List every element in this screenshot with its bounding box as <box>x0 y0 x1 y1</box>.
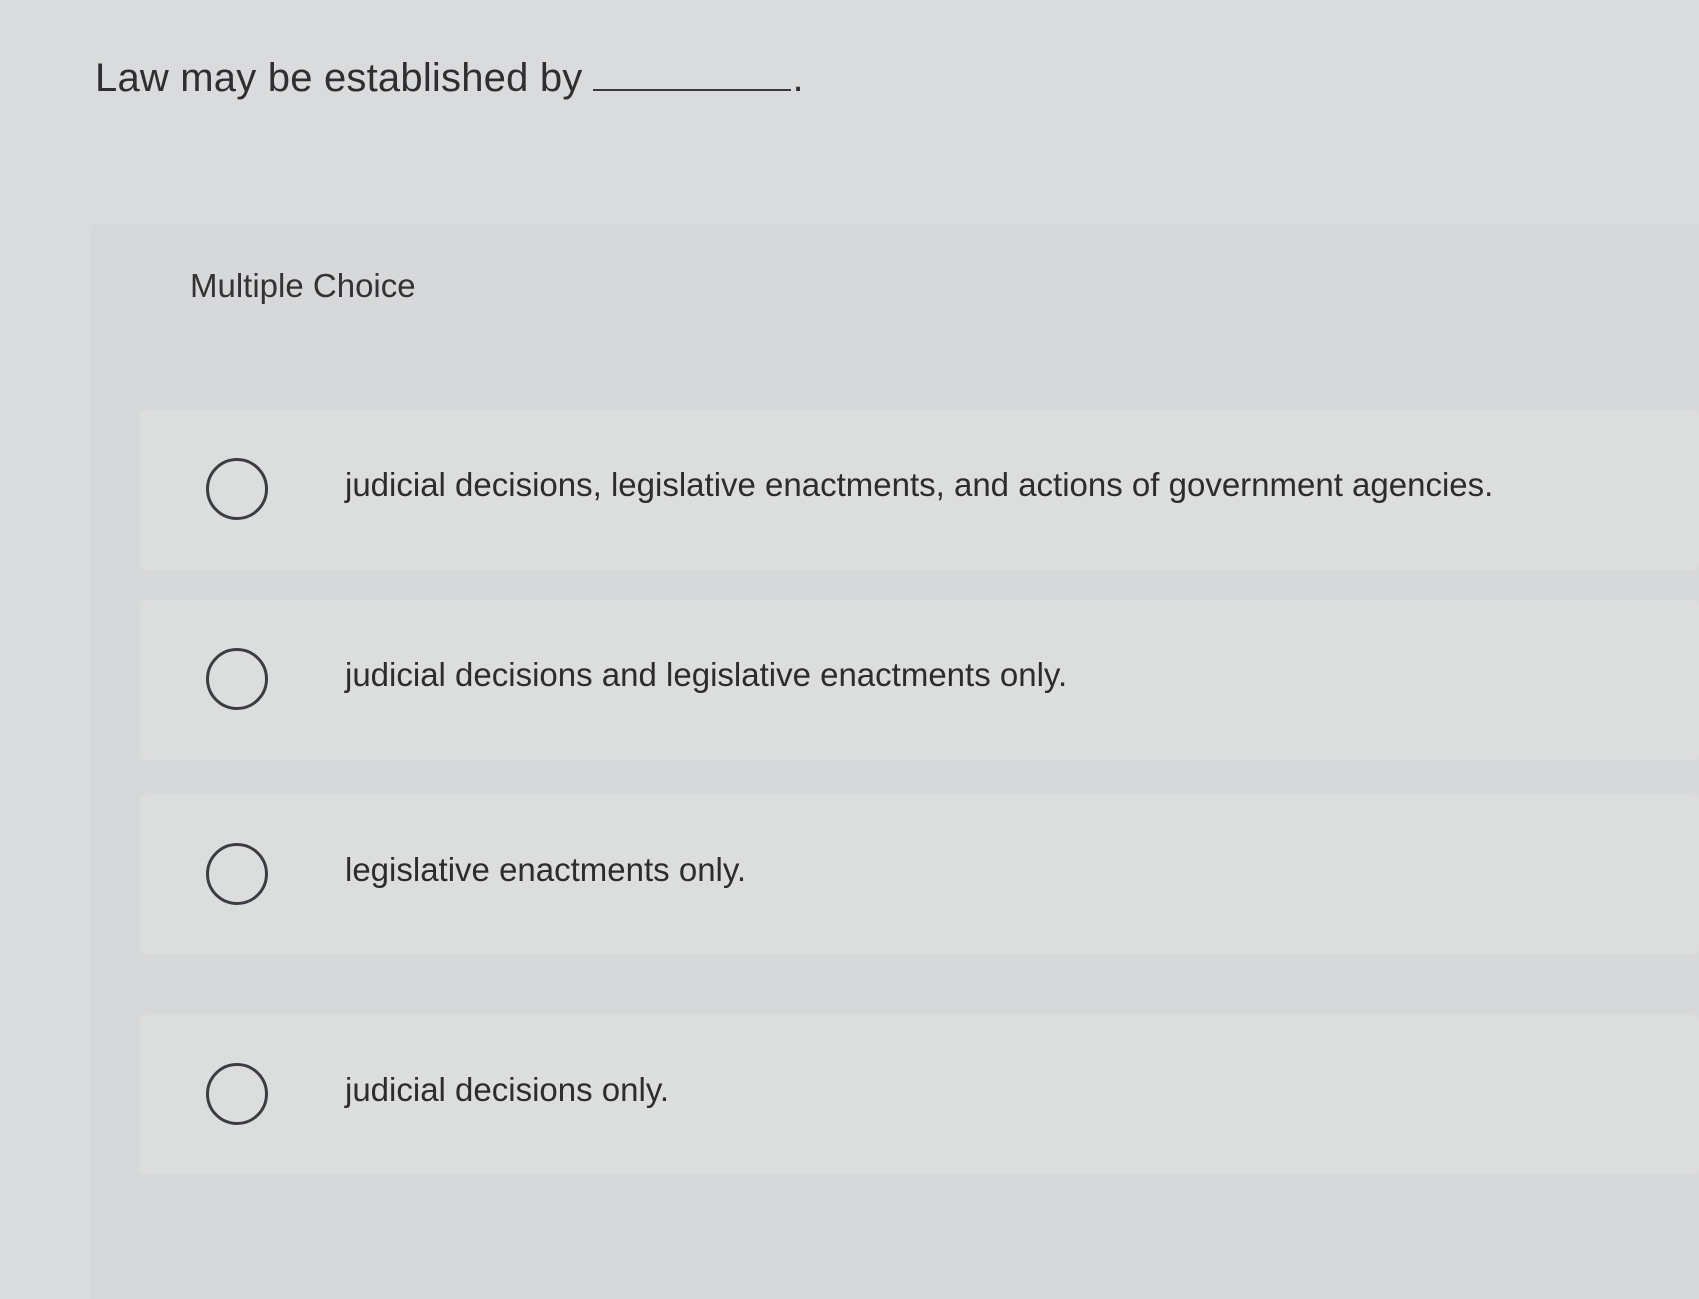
choice-label: judicial decisions and legislative enact… <box>345 656 1068 693</box>
multiple-choice-panel: Multiple Choice judicial decisions, legi… <box>90 225 1699 1299</box>
question-prompt: Law may be established by. <box>95 56 804 101</box>
radio-button-icon[interactable] <box>206 648 268 710</box>
radio-button-icon[interactable] <box>206 458 268 520</box>
choice-option-3[interactable]: legislative enactments only. <box>140 795 1699 955</box>
choice-option-2[interactable]: judicial decisions and legislative enact… <box>140 600 1699 760</box>
question-text: Law may be established by <box>95 56 583 100</box>
answer-blank <box>592 59 791 91</box>
choice-label: judicial decisions only. <box>345 1071 670 1108</box>
multiple-choice-label: Multiple Choice <box>190 267 416 304</box>
radio-button-icon[interactable] <box>206 843 268 905</box>
choice-label: legislative enactments only. <box>345 851 747 888</box>
question-period: . <box>792 56 804 100</box>
choice-option-4[interactable]: judicial decisions only. <box>140 1015 1699 1175</box>
choice-option-1[interactable]: judicial decisions, legislative enactmen… <box>140 410 1699 570</box>
radio-button-icon[interactable] <box>206 1063 268 1125</box>
choice-label: judicial decisions, legislative enactmen… <box>345 466 1494 503</box>
